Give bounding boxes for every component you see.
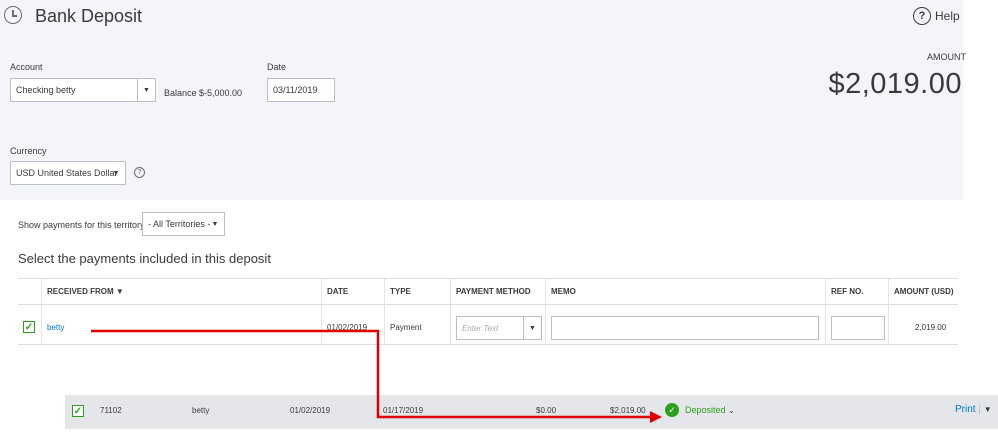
territory-select[interactable]: - All Territories - ▼ (142, 212, 225, 236)
register-date: 01/02/2019 (290, 406, 331, 415)
column-divider (825, 279, 826, 344)
page-title: Bank Deposit (35, 6, 143, 26)
table-bottom-rule (18, 344, 958, 345)
payment-type: Payment (390, 323, 422, 332)
register-payee: betty (192, 406, 210, 415)
chevron-down-icon: ▼ (211, 220, 219, 228)
table-top-rule (18, 278, 958, 279)
payment-row-checkbox[interactable]: ✓ (23, 321, 35, 333)
account-select[interactable]: Checking betty ▼ (10, 78, 156, 102)
register-deposit: $2,019.00 (610, 406, 646, 415)
column-header-received-from[interactable]: RECEIVED FROM ▼ (47, 287, 124, 296)
column-header-payment-method[interactable]: PAYMENT METHOD (456, 287, 531, 296)
status-dropdown[interactable]: Deposited ⌄ (685, 405, 735, 415)
checkmark-icon: ✓ (73, 405, 83, 417)
print-label: Print (955, 404, 976, 415)
received-from-link[interactable]: betty (47, 323, 64, 332)
column-divider (450, 279, 451, 344)
currency-select[interactable]: USD United States Dollar ▼ (10, 161, 126, 185)
column-header-date[interactable]: DATE (327, 287, 348, 296)
checkmark-icon: ✓ (24, 321, 34, 333)
currency-label: Currency (10, 146, 47, 156)
print-link[interactable]: Print | ▼ (955, 404, 992, 415)
column-header-amount[interactable]: AMOUNT (USD) (894, 287, 954, 296)
territory-label: Show payments for this territory: (18, 220, 148, 230)
column-header-memo[interactable]: MEMO (551, 287, 576, 296)
date-input[interactable]: 03/11/2019 (267, 78, 335, 102)
column-header-ref-no[interactable]: REF NO. (831, 287, 863, 296)
help-button[interactable]: ? Help (913, 6, 960, 26)
currency-value: USD United States Dollar (16, 168, 118, 178)
column-divider (545, 279, 546, 344)
column-divider (384, 279, 385, 344)
date-value: 03/11/2019 (273, 85, 318, 95)
column-header-type[interactable]: TYPE (390, 287, 411, 296)
ref-no-input[interactable] (831, 316, 885, 340)
chevron-down-icon: ⌄ (728, 406, 735, 415)
table-header-rule (18, 304, 958, 305)
amount-label: AMOUNT (927, 52, 966, 62)
deposited-check-icon: ✓ (665, 403, 679, 417)
column-divider (41, 279, 42, 344)
register-payment: $0.00 (536, 406, 557, 415)
payment-method-select[interactable]: Enter Text ▼ (456, 316, 542, 340)
payment-method-placeholder: Enter Text (462, 323, 499, 333)
chevron-down-icon[interactable]: ▼ (984, 405, 992, 414)
register-row-checkbox[interactable]: ✓ (72, 405, 84, 417)
chevron-down-icon: ▼ (523, 317, 541, 339)
account-label: Account (10, 62, 43, 72)
account-value: Checking betty (16, 85, 76, 95)
memo-input[interactable] (551, 316, 819, 340)
help-circle-icon: ? (913, 7, 931, 25)
print-divider: | (978, 404, 981, 415)
column-divider (321, 279, 322, 344)
payment-date: 01/02/2019 (327, 323, 368, 332)
territory-value: - All Territories - (148, 219, 211, 229)
help-label: Help (935, 9, 960, 23)
amount-value: $2,019.00 (828, 68, 962, 100)
help-circle-icon[interactable]: ? (134, 167, 145, 178)
date-label: Date (267, 62, 287, 72)
history-icon[interactable] (4, 6, 22, 24)
register-number: 71102 (100, 406, 122, 415)
column-divider (888, 279, 889, 344)
register-deposit-date: 01/17/2019 (383, 406, 424, 415)
chevron-down-icon: ▼ (137, 79, 155, 101)
payment-amount: 2,019.00 (915, 323, 947, 332)
chevron-down-icon: ▼ (112, 169, 120, 177)
status-label: Deposited (685, 405, 726, 415)
payments-section-title: Select the payments included in this dep… (18, 251, 271, 266)
balance-text: Balance $-5,000.00 (164, 88, 243, 98)
